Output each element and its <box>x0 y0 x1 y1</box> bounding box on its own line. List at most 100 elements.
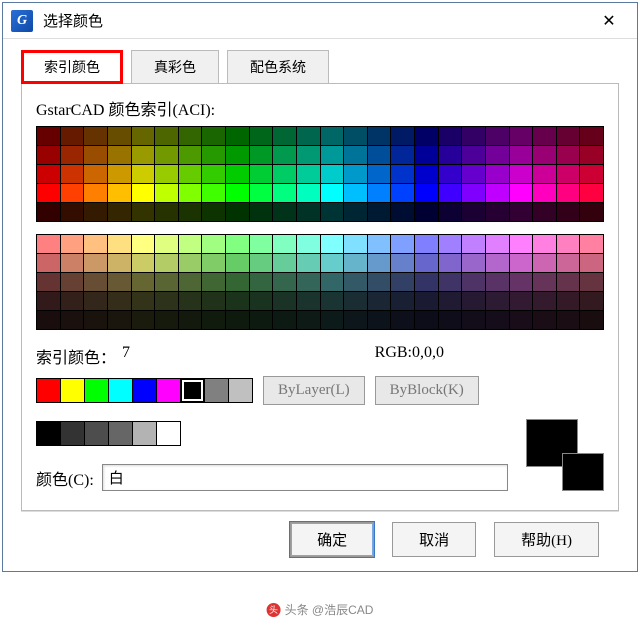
color-swatch[interactable] <box>202 311 225 329</box>
color-swatch[interactable] <box>439 203 462 221</box>
color-swatch[interactable] <box>226 127 249 145</box>
color-swatch[interactable] <box>226 235 249 253</box>
color-swatch[interactable] <box>202 127 225 145</box>
color-swatch[interactable] <box>439 235 462 253</box>
color-swatch[interactable] <box>132 203 155 221</box>
color-swatch[interactable] <box>510 127 533 145</box>
color-swatch[interactable] <box>462 311 485 329</box>
color-swatch[interactable] <box>84 311 107 329</box>
help-button[interactable]: 帮助(H) <box>494 522 599 557</box>
color-swatch[interactable] <box>321 292 344 310</box>
color-swatch[interactable] <box>344 146 367 164</box>
color-swatch[interactable] <box>462 127 485 145</box>
color-swatch[interactable] <box>486 184 509 202</box>
color-swatch[interactable] <box>132 235 155 253</box>
color-swatch[interactable] <box>61 184 84 202</box>
color-swatch[interactable] <box>202 165 225 183</box>
color-swatch[interactable] <box>250 311 273 329</box>
color-swatch[interactable] <box>533 292 556 310</box>
color-swatch[interactable] <box>533 235 556 253</box>
close-icon[interactable]: ✕ <box>589 7 629 35</box>
color-swatch[interactable] <box>179 254 202 272</box>
color-swatch[interactable] <box>533 311 556 329</box>
color-swatch[interactable] <box>250 292 273 310</box>
ok-button[interactable]: 确定 <box>290 522 374 557</box>
color-swatch[interactable] <box>321 311 344 329</box>
color-swatch[interactable] <box>108 165 131 183</box>
color-swatch[interactable] <box>132 127 155 145</box>
color-swatch[interactable] <box>391 254 414 272</box>
color-swatch[interactable] <box>37 127 60 145</box>
color-swatch[interactable] <box>132 146 155 164</box>
color-swatch[interactable] <box>297 203 320 221</box>
color-swatch[interactable] <box>273 235 296 253</box>
color-swatch[interactable] <box>61 311 84 329</box>
color-swatch[interactable] <box>61 254 84 272</box>
color-swatch[interactable] <box>462 203 485 221</box>
color-swatch[interactable] <box>415 184 438 202</box>
color-swatch[interactable] <box>226 146 249 164</box>
color-swatch[interactable] <box>510 203 533 221</box>
color-swatch[interactable] <box>84 273 107 291</box>
bylayer-button[interactable]: ByLayer(L) <box>263 376 365 405</box>
standard-swatch[interactable] <box>61 379 84 402</box>
color-swatch[interactable] <box>155 235 178 253</box>
color-swatch[interactable] <box>132 273 155 291</box>
gray-swatch[interactable] <box>109 422 132 445</box>
color-swatch[interactable] <box>439 146 462 164</box>
color-swatch[interactable] <box>580 203 603 221</box>
color-swatch[interactable] <box>344 254 367 272</box>
color-swatch[interactable] <box>321 127 344 145</box>
color-swatch[interactable] <box>273 273 296 291</box>
color-swatch[interactable] <box>391 127 414 145</box>
color-swatch[interactable] <box>250 254 273 272</box>
color-swatch[interactable] <box>580 184 603 202</box>
color-swatch[interactable] <box>415 127 438 145</box>
tab-0[interactable]: 索引颜色 <box>21 50 123 84</box>
color-swatch[interactable] <box>439 165 462 183</box>
color-swatch[interactable] <box>108 235 131 253</box>
grayscale-swatches[interactable] <box>36 421 181 446</box>
color-swatch[interactable] <box>321 254 344 272</box>
color-swatch[interactable] <box>297 146 320 164</box>
color-swatch[interactable] <box>61 203 84 221</box>
color-swatch[interactable] <box>510 254 533 272</box>
color-swatch[interactable] <box>391 146 414 164</box>
standard-swatch[interactable] <box>37 379 60 402</box>
color-swatch[interactable] <box>533 254 556 272</box>
color-swatch[interactable] <box>391 273 414 291</box>
color-swatch[interactable] <box>179 235 202 253</box>
color-swatch[interactable] <box>84 165 107 183</box>
color-swatch[interactable] <box>368 184 391 202</box>
aci-pastel-grid[interactable] <box>36 234 604 330</box>
color-swatch[interactable] <box>226 184 249 202</box>
color-swatch[interactable] <box>391 165 414 183</box>
color-swatch[interactable] <box>557 254 580 272</box>
color-swatch[interactable] <box>439 292 462 310</box>
color-swatch[interactable] <box>462 254 485 272</box>
color-swatch[interactable] <box>557 235 580 253</box>
color-swatch[interactable] <box>439 184 462 202</box>
standard-swatch[interactable] <box>229 379 252 402</box>
gray-swatch[interactable] <box>85 422 108 445</box>
color-swatch[interactable] <box>510 184 533 202</box>
color-swatch[interactable] <box>179 292 202 310</box>
color-swatch[interactable] <box>486 311 509 329</box>
color-swatch[interactable] <box>368 292 391 310</box>
color-swatch[interactable] <box>108 311 131 329</box>
color-swatch[interactable] <box>391 184 414 202</box>
cancel-button[interactable]: 取消 <box>392 522 476 557</box>
color-swatch[interactable] <box>344 235 367 253</box>
color-swatch[interactable] <box>132 292 155 310</box>
color-swatch[interactable] <box>557 127 580 145</box>
color-swatch[interactable] <box>202 146 225 164</box>
color-swatch[interactable] <box>297 292 320 310</box>
standard-swatch[interactable] <box>109 379 132 402</box>
color-swatch[interactable] <box>84 203 107 221</box>
color-swatch[interactable] <box>415 146 438 164</box>
color-swatch[interactable] <box>439 254 462 272</box>
color-swatch[interactable] <box>155 292 178 310</box>
color-swatch[interactable] <box>415 235 438 253</box>
standard-swatch[interactable] <box>157 379 180 402</box>
color-swatch[interactable] <box>344 311 367 329</box>
